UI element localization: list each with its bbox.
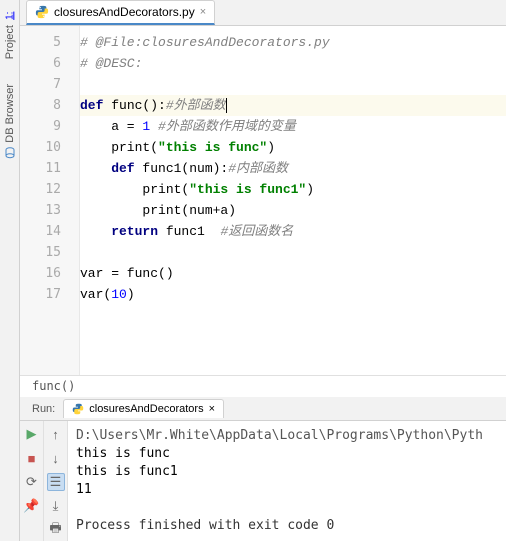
sidebar-db-browser[interactable]: DB Browser xyxy=(4,84,16,159)
line-number: 11 xyxy=(20,158,61,179)
run-panel: Run: closuresAndDecorators × ▶ ■ ⟳ 📌 ↑ ↓… xyxy=(20,397,506,541)
run-tab[interactable]: closuresAndDecorators × xyxy=(63,399,224,418)
line-number: 16 xyxy=(20,263,61,284)
line-number: 9 xyxy=(20,116,61,137)
console-line: this is func1 xyxy=(76,464,178,479)
line-number: 12 xyxy=(20,179,61,200)
run-toolbar-left: ▶ ■ ⟳ 📌 xyxy=(20,421,44,541)
console-output[interactable]: D:\Users\Mr.White\AppData\Local\Programs… xyxy=(68,421,506,541)
console-path: D:\Users\Mr.White\AppData\Local\Programs… xyxy=(76,428,483,443)
line-number: 7 xyxy=(20,74,61,95)
run-tab-name: closuresAndDecorators xyxy=(89,403,203,415)
sidebar-project[interactable]: Project 1: xyxy=(4,10,16,59)
line-number: 10 xyxy=(20,137,61,158)
up-button[interactable]: ↑ xyxy=(47,425,65,443)
editor-tab-name: closuresAndDecorators.py xyxy=(54,5,195,19)
main-area: closuresAndDecorators.py × 5 6 7 8 9 10 … xyxy=(20,0,506,541)
line-number: 13 xyxy=(20,200,61,221)
line-number: 6 xyxy=(20,53,61,74)
editor-tab[interactable]: closuresAndDecorators.py × xyxy=(26,0,215,25)
line-number: 5 xyxy=(20,32,61,53)
caret xyxy=(226,98,227,113)
line-number: 15 xyxy=(20,242,61,263)
database-icon xyxy=(4,147,16,159)
sidebar-project-label: Project xyxy=(4,25,16,59)
code-area[interactable]: # @File:closuresAndDecorators.py# @DESC:… xyxy=(80,26,506,375)
softwrap-button[interactable]: ☰ xyxy=(47,473,65,491)
print-button[interactable]: 🖶 xyxy=(47,521,65,539)
python-icon xyxy=(72,403,84,415)
rerun-button[interactable]: ▶ xyxy=(23,425,41,443)
editor: 5 6 7 8 9 10 11 12 13 14 15 16 17 # @Fil… xyxy=(20,26,506,375)
run-body: ▶ ■ ⟳ 📌 ↑ ↓ ☰ ⤓ 🖶 D:\Users\Mr.White\AppD… xyxy=(20,421,506,541)
stop-button[interactable]: ■ xyxy=(23,449,41,467)
close-icon[interactable]: × xyxy=(209,403,215,415)
pin-button[interactable]: 📌 xyxy=(23,497,41,515)
run-toolbar-right: ↑ ↓ ☰ ⤓ 🖶 xyxy=(44,421,68,541)
console-line: this is func xyxy=(76,446,170,461)
left-sidebar: Project 1: DB Browser xyxy=(0,0,20,541)
editor-tabs: closuresAndDecorators.py × xyxy=(20,0,506,26)
sidebar-db-label: DB Browser xyxy=(4,84,16,143)
run-label: Run: xyxy=(24,403,63,415)
scroll-button[interactable]: ⤓ xyxy=(47,497,65,515)
close-icon[interactable]: × xyxy=(200,6,206,18)
gutter: 5 6 7 8 9 10 11 12 13 14 15 16 17 xyxy=(20,26,80,375)
run-tabs: Run: closuresAndDecorators × xyxy=(20,397,506,421)
line-number: 8 xyxy=(20,95,61,116)
console-exit: Process finished with exit code 0 xyxy=(76,518,334,533)
down-button[interactable]: ↓ xyxy=(47,449,65,467)
restart-button[interactable]: ⟳ xyxy=(23,473,41,491)
sidebar-project-num: 1: xyxy=(4,11,15,19)
breadcrumb[interactable]: func() xyxy=(20,375,506,397)
python-icon xyxy=(35,5,49,19)
line-number: 17 xyxy=(20,284,61,305)
line-number: 14 xyxy=(20,221,61,242)
console-line: 11 xyxy=(76,482,92,497)
